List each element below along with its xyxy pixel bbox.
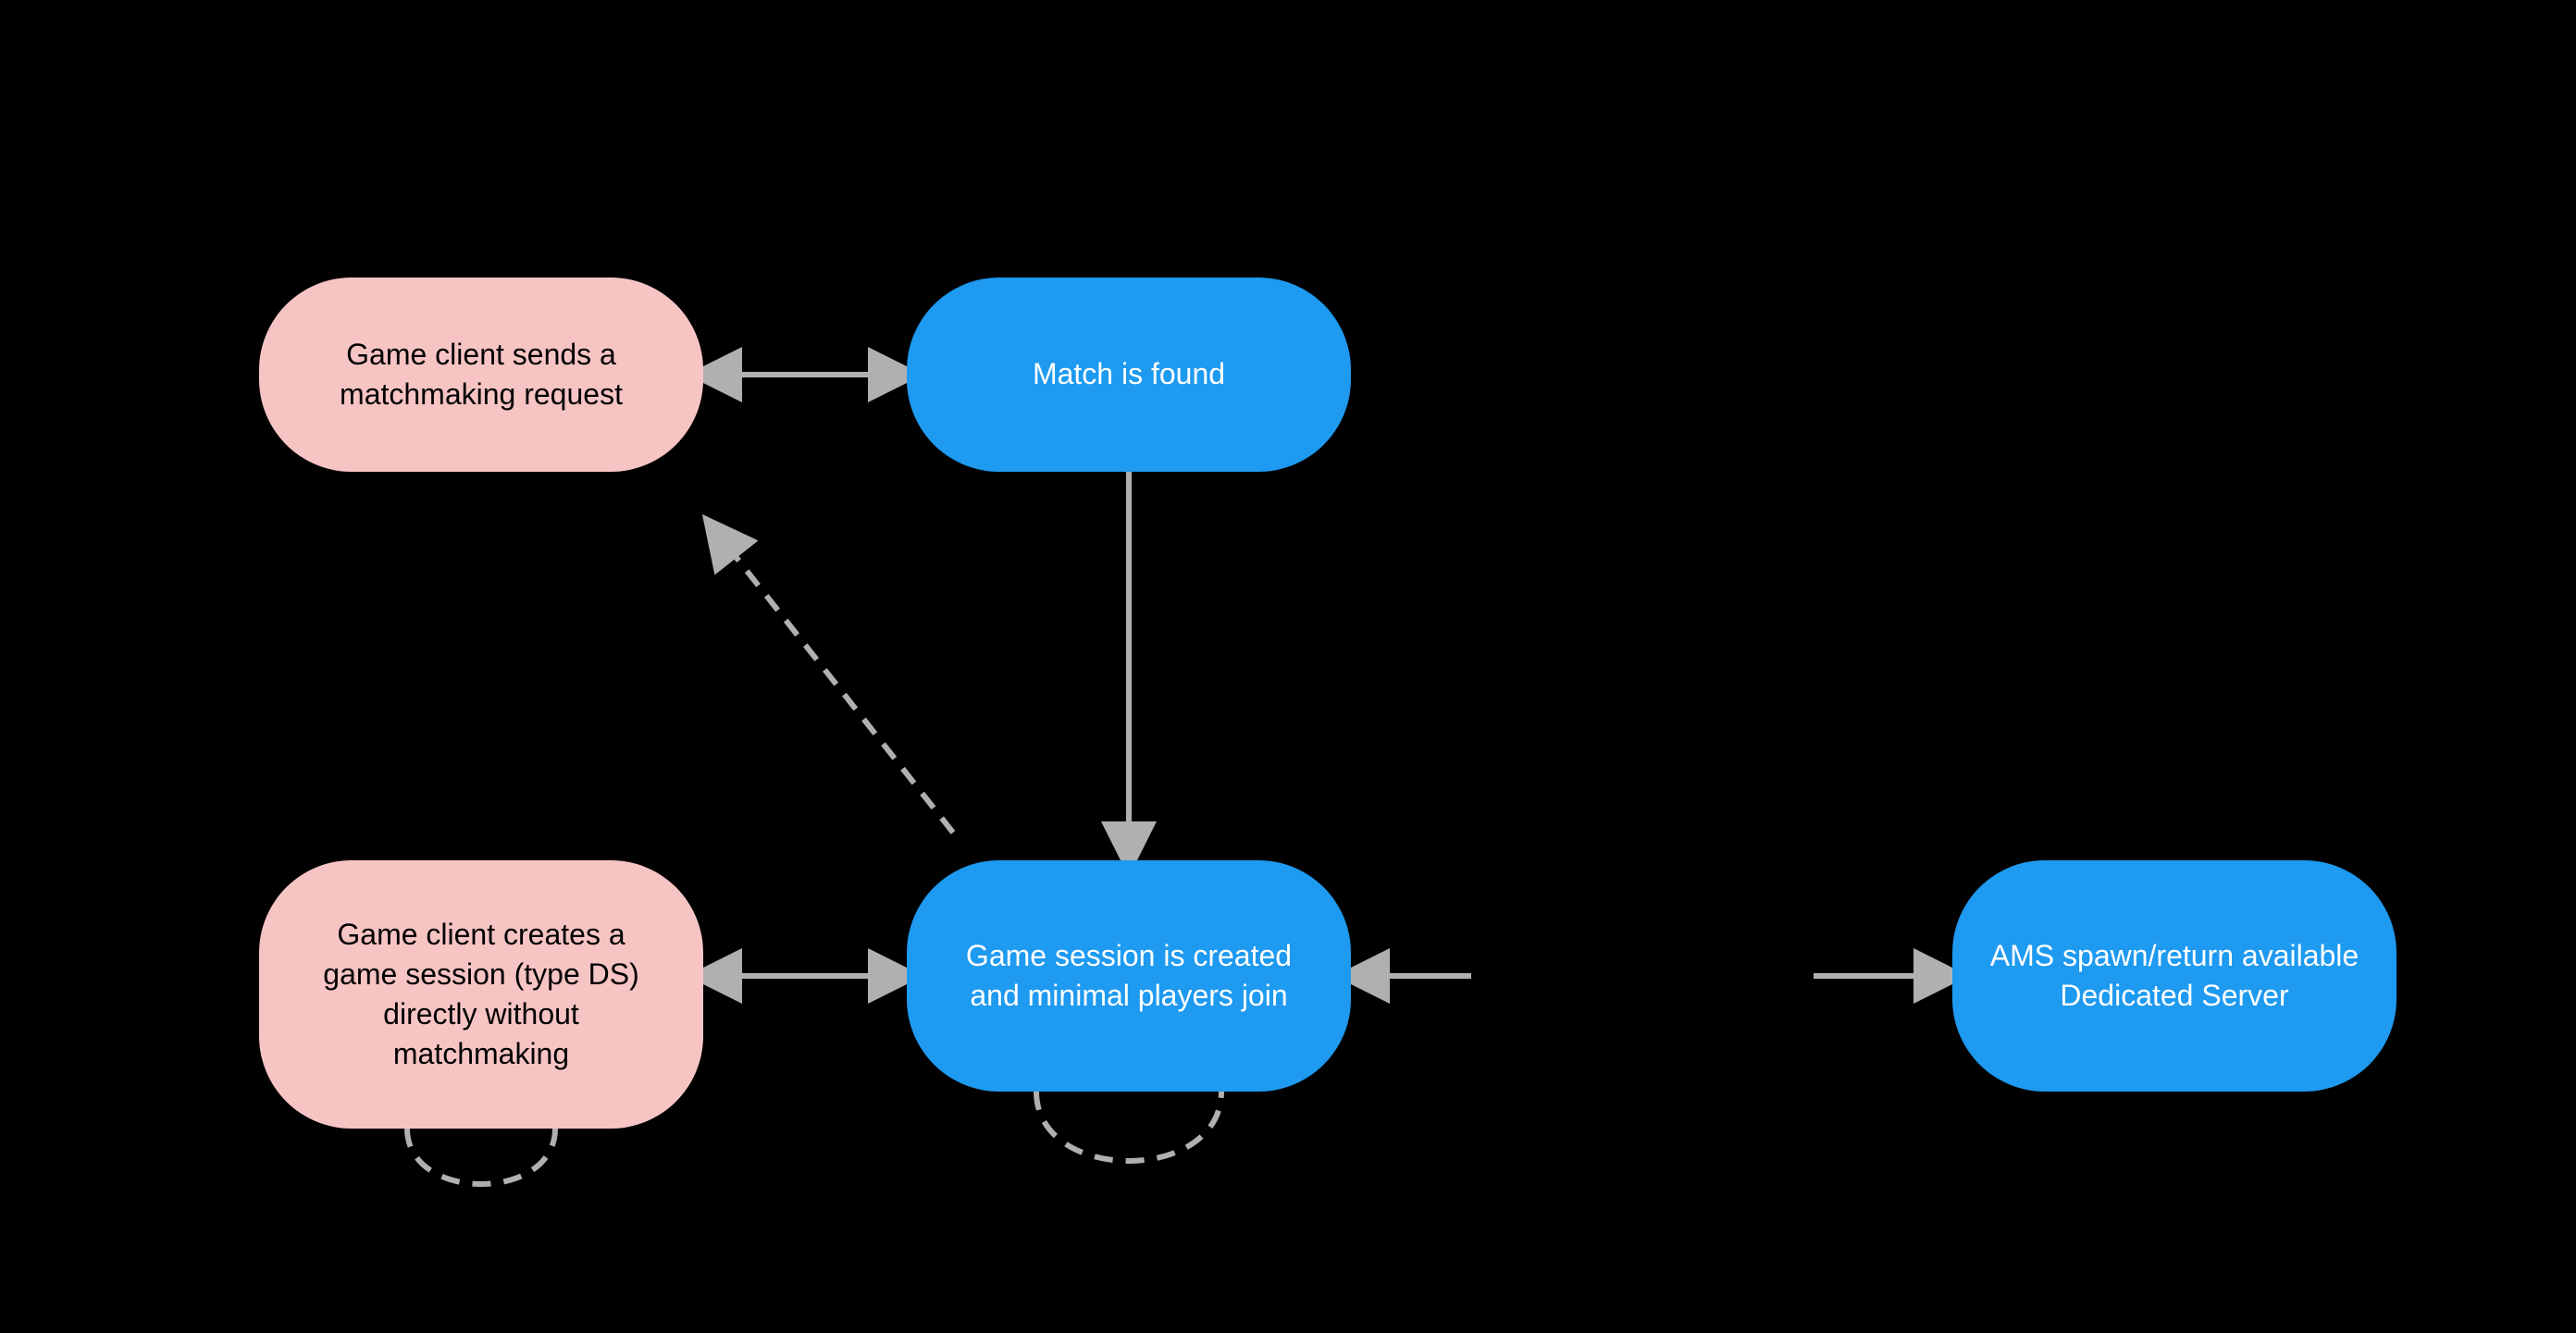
connector-layer: [0, 0, 2576, 1333]
node-label: Match is found: [1033, 354, 1225, 394]
connector-c8: [1036, 1092, 1221, 1161]
node-match-found: Match is found: [907, 278, 1351, 472]
node-label: AMS spawn/return available Dedicated Ser…: [1989, 936, 2359, 1016]
node-client-direct-session: Game client creates a game session (type…: [259, 860, 703, 1129]
node-label: Game session is created and minimal play…: [944, 936, 1314, 1016]
flow-diagram: Game client sends a matchmaking request M…: [0, 0, 2576, 1333]
node-client-matchmaking: Game client sends a matchmaking request: [259, 278, 703, 472]
node-ams-spawn: AMS spawn/return available Dedicated Ser…: [1952, 860, 2396, 1092]
node-label: Game client creates a game session (type…: [296, 915, 666, 1075]
node-session-created: Game session is created and minimal play…: [907, 860, 1351, 1092]
connector-c6: [712, 527, 953, 833]
node-label: Game client sends a matchmaking request: [296, 335, 666, 414]
connector-c7: [407, 1129, 555, 1184]
